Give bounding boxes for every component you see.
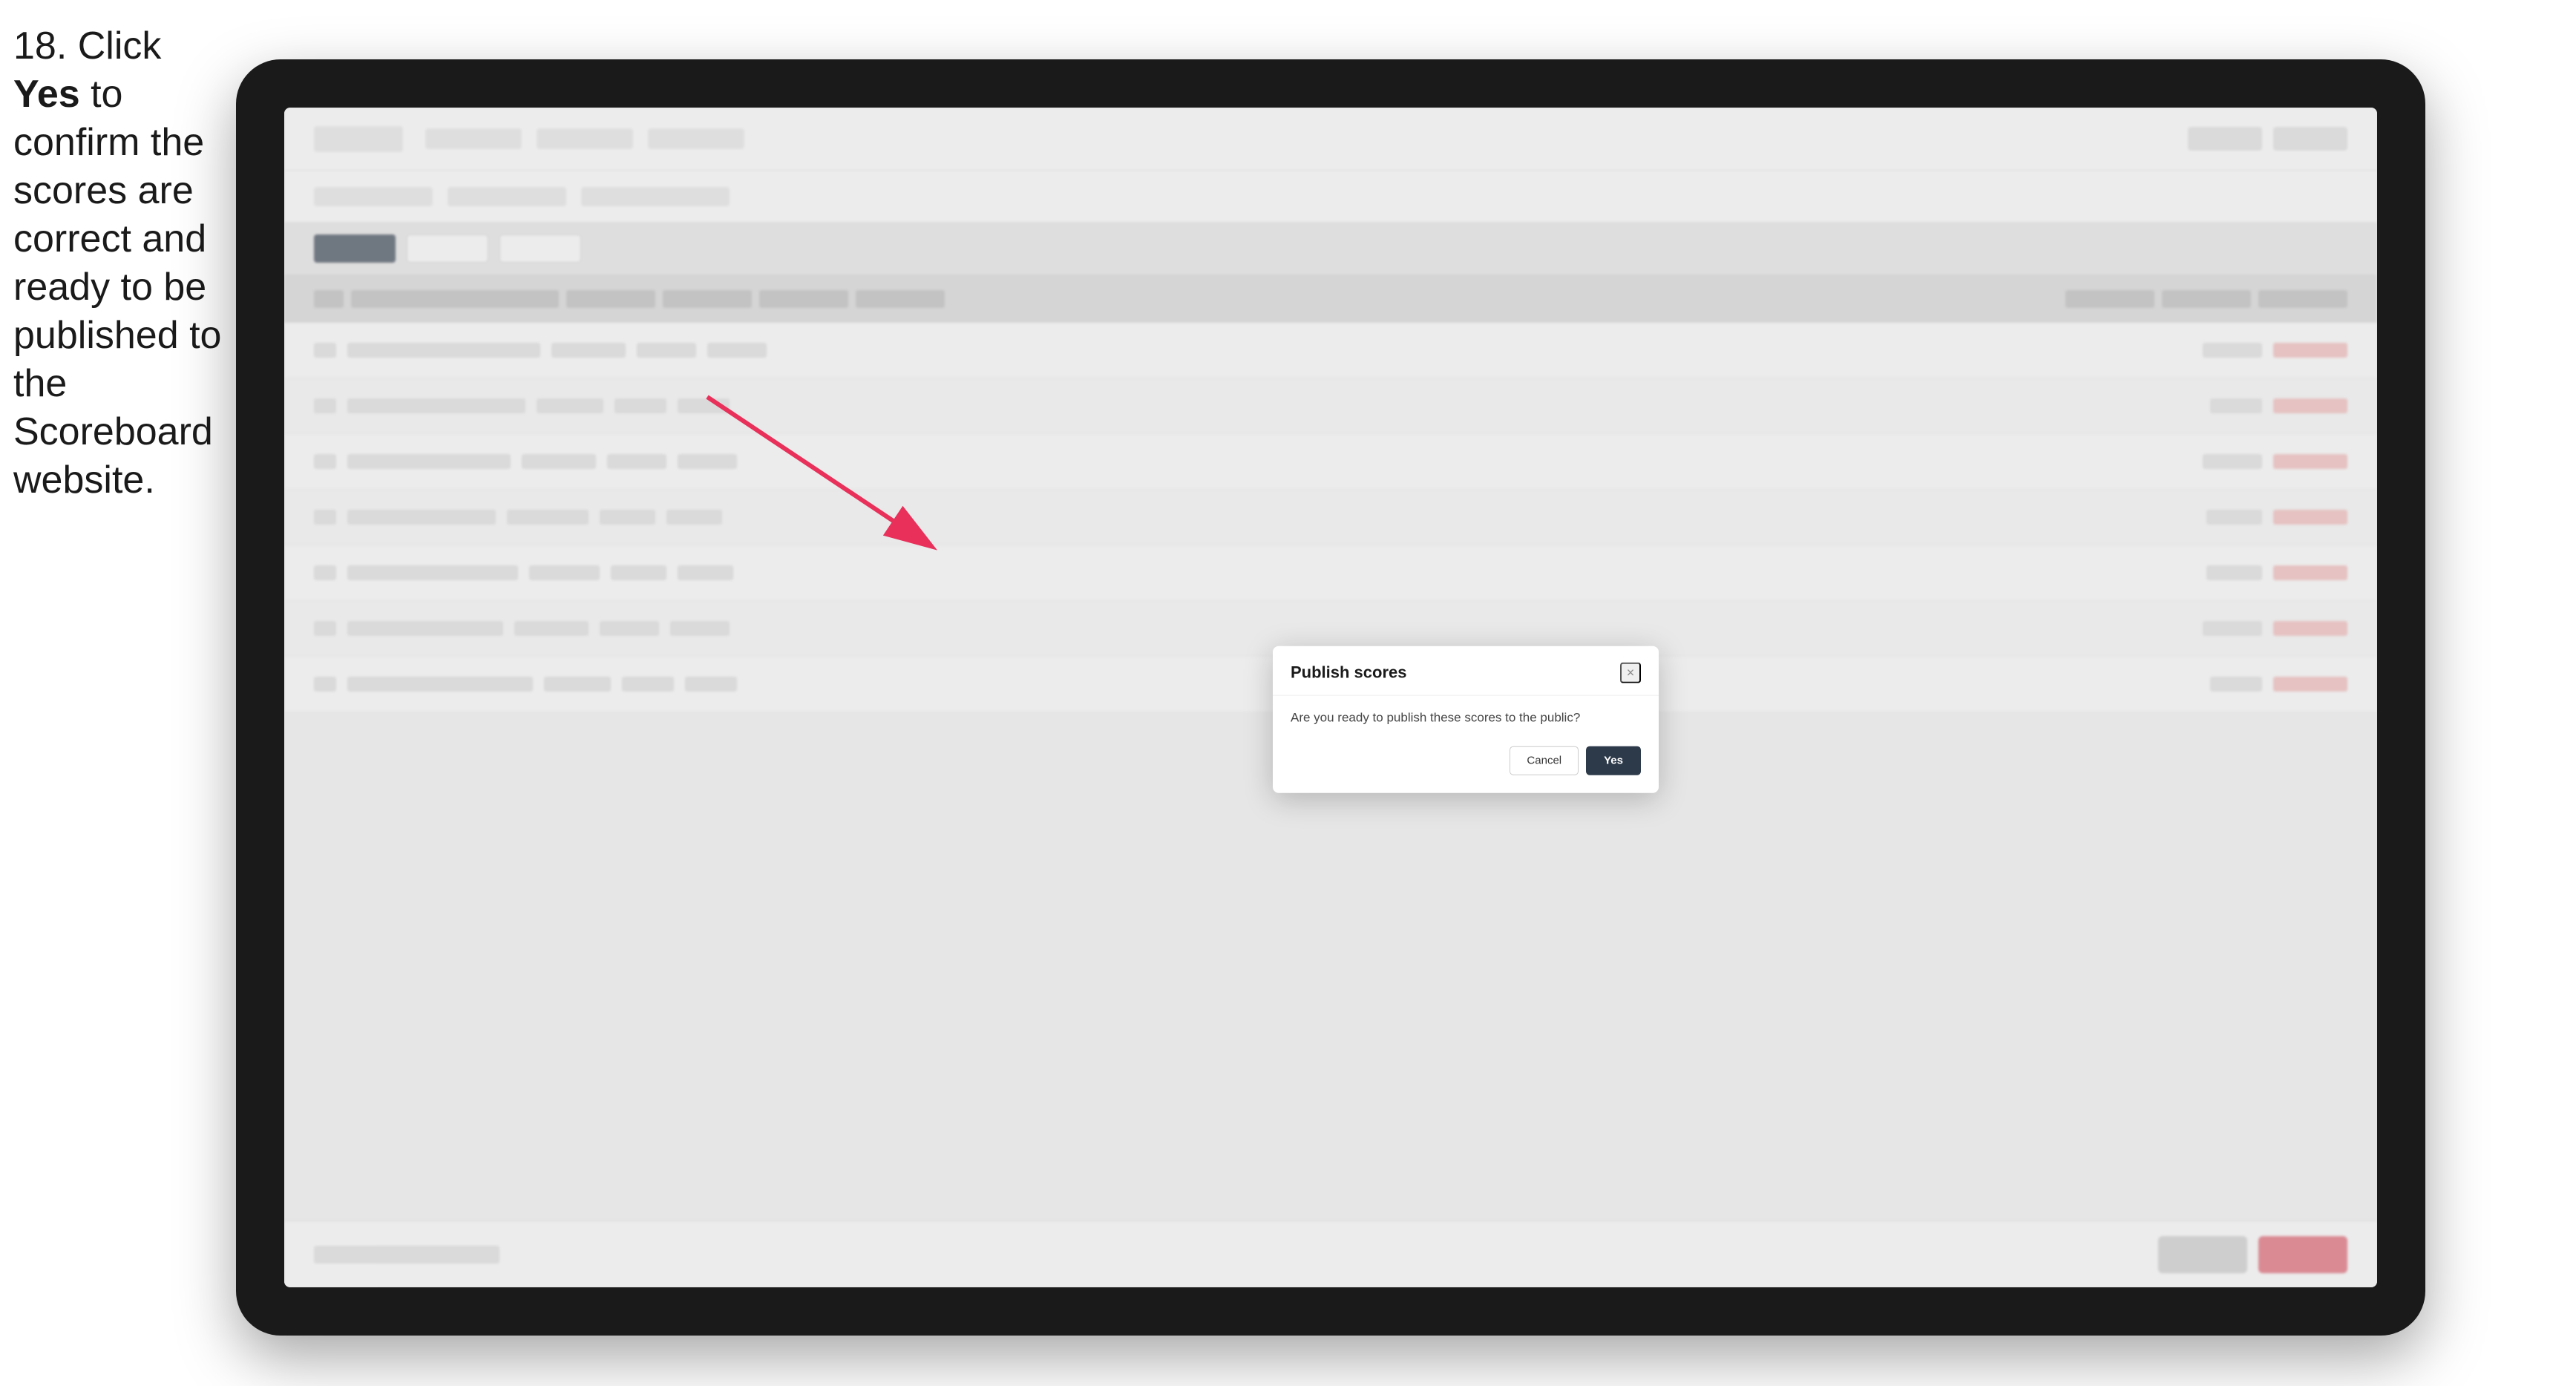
instruction-bold: Yes xyxy=(13,73,80,116)
step-number: 18. xyxy=(13,24,67,68)
dialog-actions: Cancel Yes xyxy=(1291,746,1641,775)
dialog-body: Are you ready to publish these scores to… xyxy=(1273,696,1659,793)
yes-button[interactable]: Yes xyxy=(1586,746,1641,775)
dialog-message: Are you ready to publish these scores to… xyxy=(1291,711,1641,726)
instruction-suffix: to confirm the scores are correct and re… xyxy=(13,73,221,502)
instruction-text: 18. Click Yes to confirm the scores are … xyxy=(13,22,232,505)
dialog-close-button[interactable]: × xyxy=(1620,663,1641,683)
cancel-button[interactable]: Cancel xyxy=(1510,746,1579,775)
dialog-title: Publish scores xyxy=(1291,663,1407,683)
modal-overlay: Publish scores × Are you ready to publis… xyxy=(284,108,2377,1287)
publish-dialog: Publish scores × Are you ready to publis… xyxy=(1273,646,1659,793)
tablet-device: Publish scores × Are you ready to publis… xyxy=(236,59,2425,1336)
tablet-screen: Publish scores × Are you ready to publis… xyxy=(284,108,2377,1287)
instruction-prefix: Click xyxy=(78,24,162,68)
dialog-header: Publish scores × xyxy=(1273,646,1659,696)
